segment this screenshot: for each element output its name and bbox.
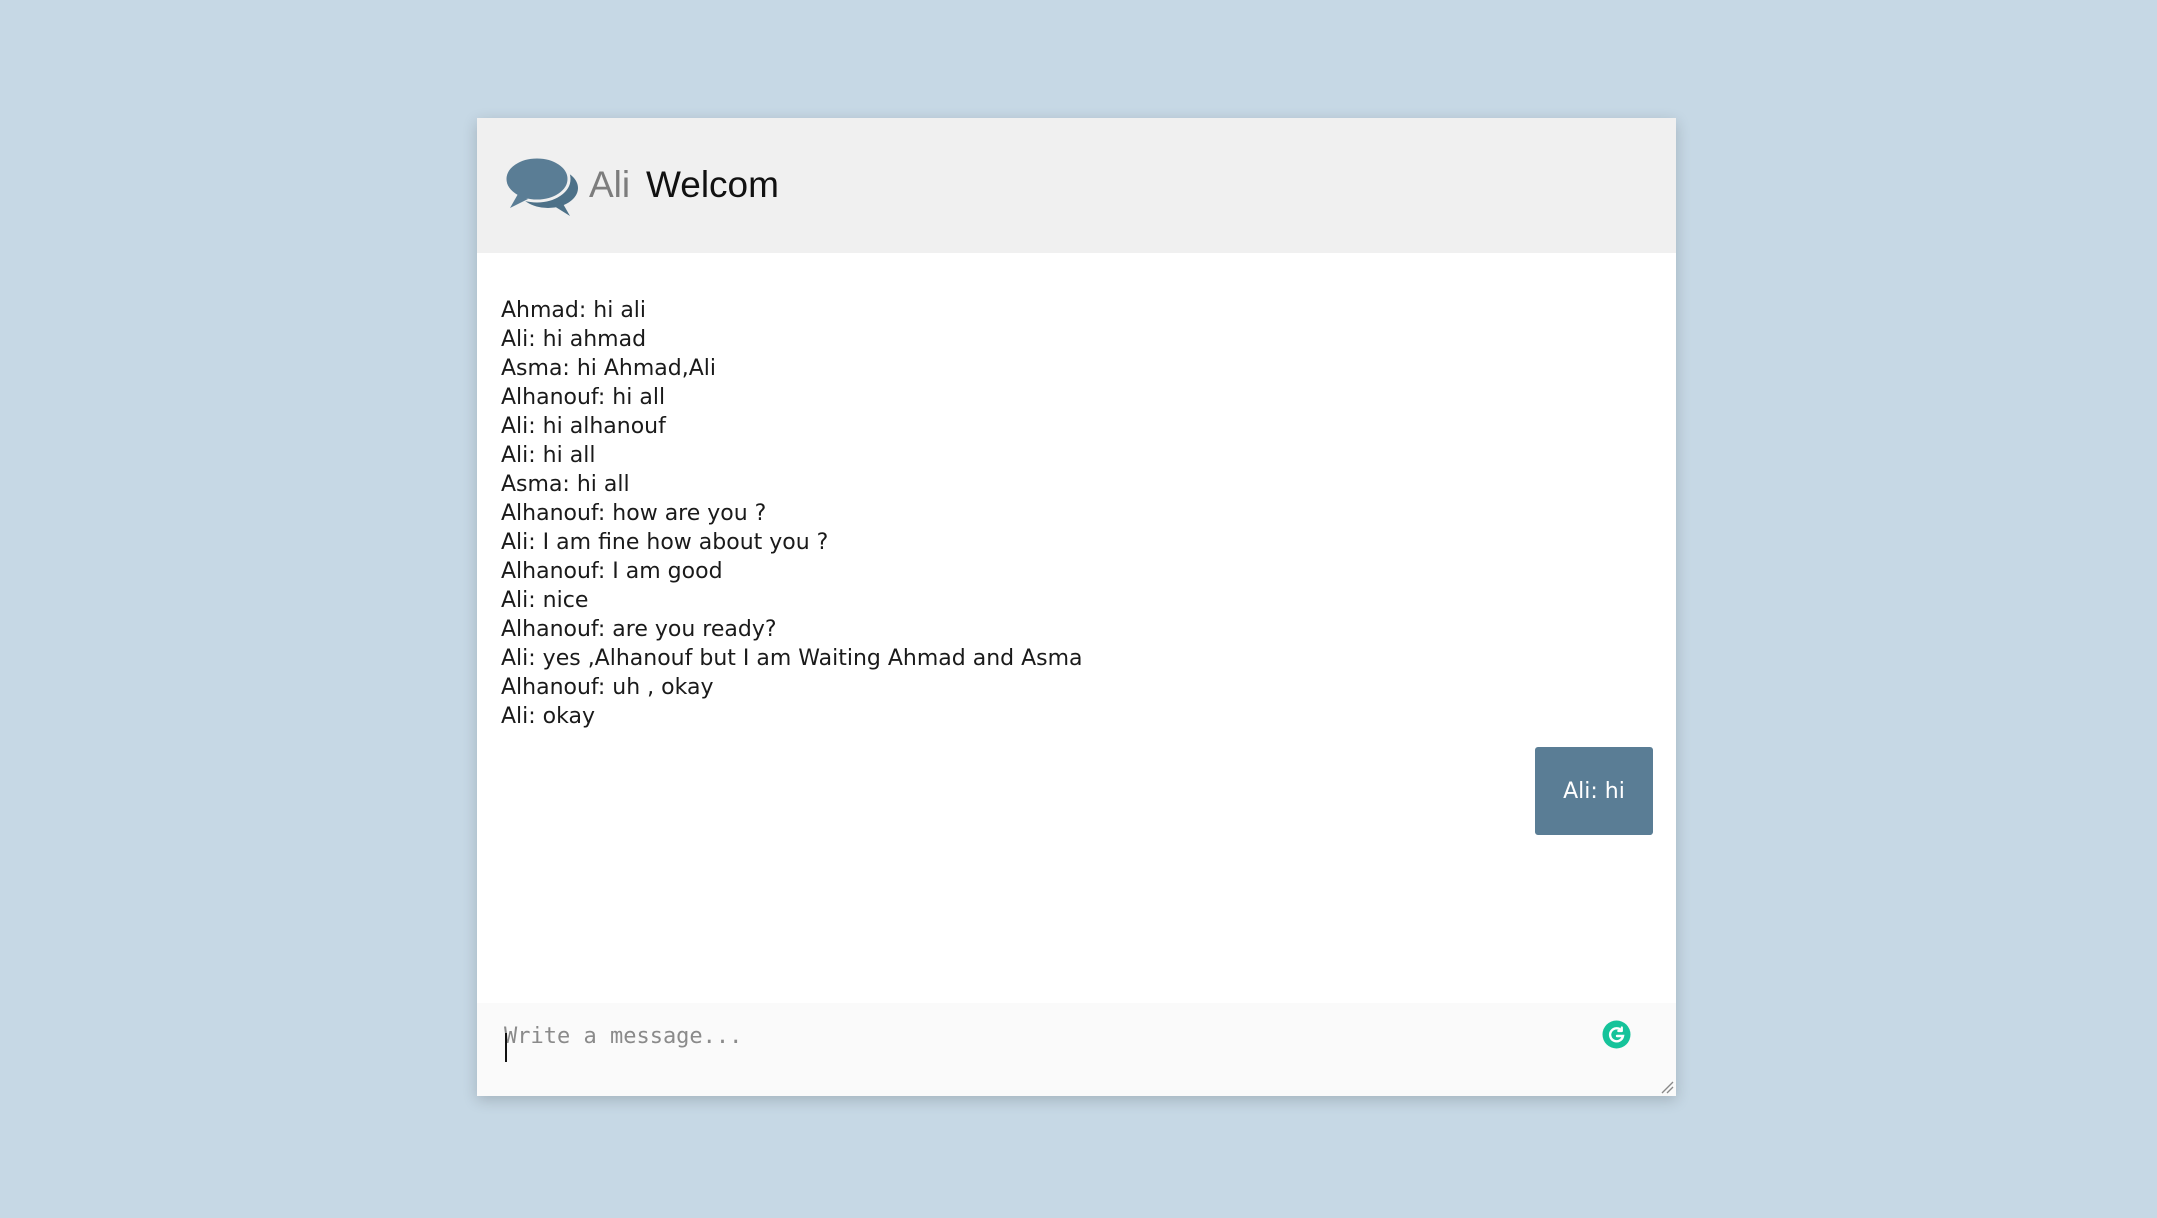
message-item: Alhanouf: how are you ? <box>501 501 767 526</box>
message-item: Ali: hi all <box>501 443 596 468</box>
message-item: Alhanouf: hi all <box>501 385 666 410</box>
chat-bubbles-icon <box>504 155 578 216</box>
message-item: Alhanouf: are you ready? <box>501 617 777 642</box>
resize-handle-icon[interactable] <box>1660 1080 1674 1094</box>
text-caret <box>505 1033 507 1062</box>
own-message-bubble: Ali: hi <box>1535 747 1653 835</box>
message-item: Ali: hi ahmad <box>501 327 647 352</box>
message-item: Ali: I am fine how about you ? <box>501 530 829 555</box>
message-log: Ahmad: hi ali Ali: hi ahmad Asma: hi Ahm… <box>501 296 1083 731</box>
message-item: Asma: hi Ahmad,Ali <box>501 356 717 381</box>
message-item: Asma: hi all <box>501 472 630 497</box>
message-item: Alhanouf: uh , okay <box>501 675 714 700</box>
chat-header: Ali Welcom <box>477 118 1676 253</box>
grammarly-icon[interactable] <box>1602 1020 1631 1049</box>
message-item: Ali: yes ,Alhanouf but I am Waiting Ahma… <box>501 646 1083 671</box>
message-item: Ali: okay <box>501 704 595 729</box>
message-input[interactable] <box>504 1017 1644 1083</box>
own-message-text: Ali: hi <box>1563 778 1625 804</box>
message-item: Ahmad: hi ali <box>501 298 647 323</box>
message-item: Alhanouf: I am good <box>501 559 723 584</box>
message-item: Ali: nice <box>501 588 589 613</box>
chat-window: Ali Welcom Ahmad: hi ali Ali: hi ahmad A… <box>477 118 1676 1096</box>
message-item: Ali: hi alhanouf <box>501 414 666 439</box>
header-user-name: Ali <box>589 164 631 205</box>
composer <box>477 1003 1676 1096</box>
page-title: Welcom <box>646 164 779 205</box>
